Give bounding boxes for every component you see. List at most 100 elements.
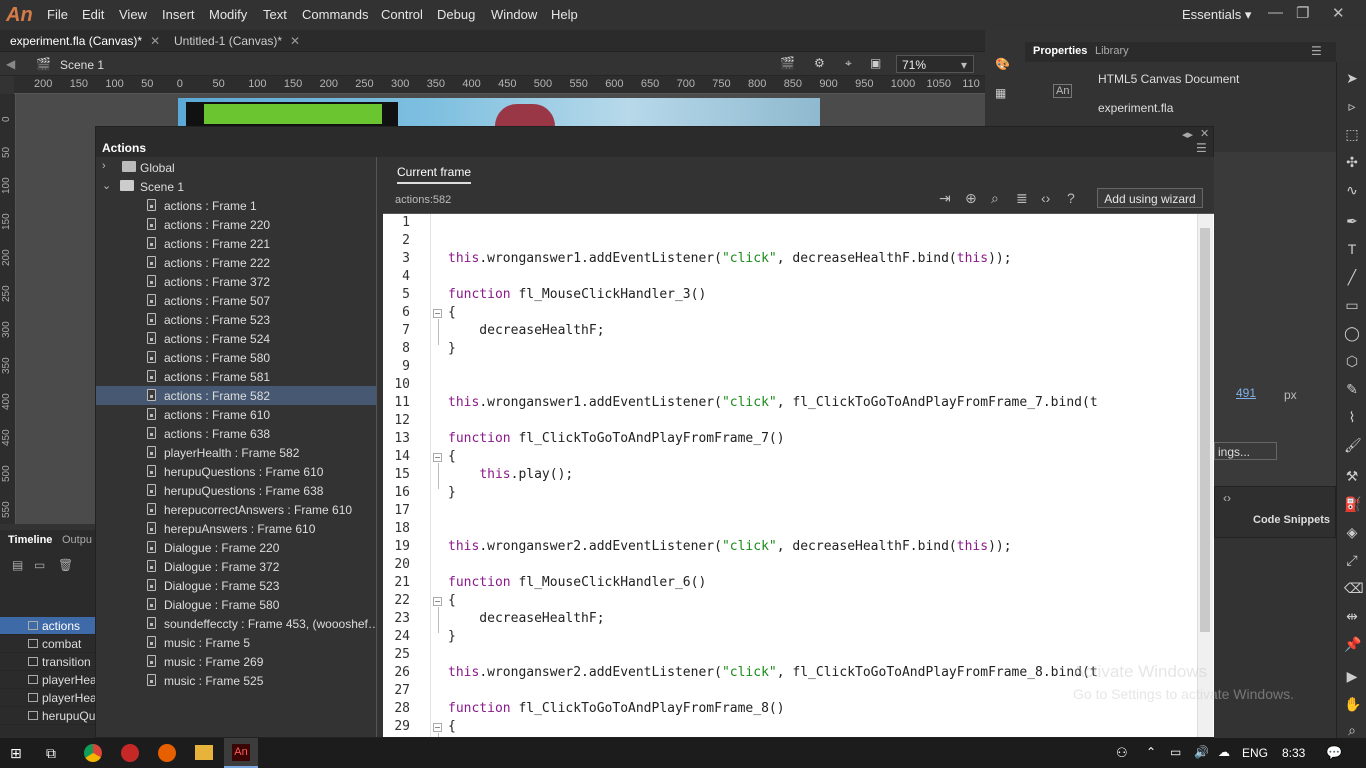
settings-button[interactable]: ings...: [1214, 442, 1277, 460]
tab-timeline[interactable]: Timeline: [8, 534, 52, 546]
tree-item[interactable]: herupuQuestions : Frame 610: [96, 462, 376, 481]
tab-output[interactable]: Outpu: [62, 534, 92, 546]
code-line[interactable]: function fl_MouseClickHandler_3(): [448, 287, 706, 302]
menu-window[interactable]: Window: [491, 7, 537, 22]
notifications-icon[interactable]: 💬: [1326, 745, 1342, 761]
zoom-tool-icon[interactable]: ⌕: [1344, 722, 1360, 738]
tree-global[interactable]: › Global: [96, 158, 376, 177]
fold-toggle-icon[interactable]: [433, 453, 442, 462]
minimize-icon[interactable]: —: [1268, 4, 1283, 21]
lasso-icon[interactable]: ∿: [1344, 182, 1360, 198]
health-bar-fill[interactable]: [204, 104, 382, 124]
target-icon[interactable]: ⊕: [965, 190, 977, 207]
restore-icon[interactable]: ❐: [1296, 4, 1309, 22]
windows-start-icon[interactable]: ⊞: [10, 745, 22, 762]
animate-taskbar-button[interactable]: An: [224, 738, 258, 768]
code-line[interactable]: {: [448, 305, 456, 320]
code-line[interactable]: this.wronganswer2.addEventListener("clic…: [448, 539, 1012, 554]
align-icon[interactable]: ▦: [995, 86, 1006, 100]
code-line[interactable]: decreaseHealthF;: [448, 323, 604, 338]
rectangle-tool-icon[interactable]: ▭: [1344, 297, 1360, 313]
bone-tool-icon[interactable]: ⚒: [1344, 468, 1360, 484]
code-line[interactable]: function fl_ClickToGoToAndPlayFromFrame_…: [448, 701, 785, 716]
code-line[interactable]: {: [448, 719, 456, 734]
code-line[interactable]: this.play();: [448, 467, 573, 482]
code-line[interactable]: this.wronganswer2.addEventListener("clic…: [448, 665, 1098, 680]
media-app-icon[interactable]: [121, 744, 139, 762]
tab-current-frame[interactable]: Current frame: [397, 165, 472, 184]
edit-symbols-icon[interactable]: ⚙: [814, 56, 825, 70]
oval-tool-icon[interactable]: ◯: [1344, 325, 1360, 341]
tree-item[interactable]: Dialogue : Frame 580: [96, 595, 376, 614]
fold-toggle-icon[interactable]: [433, 309, 442, 318]
menu-insert[interactable]: Insert: [162, 7, 195, 22]
panel-menu-icon[interactable]: ☰: [1311, 44, 1322, 58]
code-line[interactable]: }: [448, 485, 456, 500]
clip-icon[interactable]: ▣: [870, 56, 881, 70]
panel-menu-icon[interactable]: ☰: [1196, 141, 1207, 155]
code-line[interactable]: {: [448, 449, 456, 464]
polystar-tool-icon[interactable]: ⬡: [1344, 353, 1360, 369]
tree-item[interactable]: actions : Frame 610: [96, 405, 376, 424]
pen-tool-icon[interactable]: ✒: [1344, 213, 1360, 229]
tree-item[interactable]: actions : Frame 523: [96, 310, 376, 329]
fold-toggle-icon[interactable]: [433, 723, 442, 732]
code-line[interactable]: }: [448, 341, 456, 356]
pencil-tool-icon[interactable]: ✎: [1344, 381, 1360, 397]
help-icon[interactable]: ?: [1067, 190, 1075, 206]
workspace-switcher[interactable]: Essentials ▾: [1182, 7, 1251, 23]
tab-untitled[interactable]: Untitled-1 (Canvas)* ✕: [164, 30, 310, 52]
code-line[interactable]: }: [448, 629, 456, 644]
text-tool-icon[interactable]: T: [1344, 241, 1360, 257]
tree-item[interactable]: Dialogue : Frame 523: [96, 576, 376, 595]
menu-view[interactable]: View: [119, 7, 147, 22]
tree-item[interactable]: Dialogue : Frame 220: [96, 538, 376, 557]
collapse-icon[interactable]: ◂▸: [1182, 128, 1193, 141]
tree-item[interactable]: soundeffeccty : Frame 453, (woooshef…: [96, 614, 376, 633]
new-folder-icon[interactable]: ▭: [34, 558, 45, 572]
tree-item[interactable]: actions : Frame 222: [96, 253, 376, 272]
task-view-icon[interactable]: ⧉: [46, 745, 56, 762]
tree-item[interactable]: actions : Frame 638: [96, 424, 376, 443]
code-line[interactable]: function fl_MouseClickHandler_6(): [448, 575, 706, 590]
firefox-icon[interactable]: [158, 744, 176, 762]
tree-item[interactable]: actions : Frame 372: [96, 272, 376, 291]
close-tab-icon[interactable]: ✕: [150, 34, 160, 48]
menu-text[interactable]: Text: [263, 7, 287, 22]
close-icon[interactable]: ✕: [1332, 4, 1345, 22]
scrollbar-thumb[interactable]: [1200, 228, 1210, 632]
code-line[interactable]: this.wronganswer1.addEventListener("clic…: [448, 395, 1098, 410]
3d-rotation-icon[interactable]: ✣: [1344, 154, 1360, 170]
free-transform-icon[interactable]: ⬚: [1344, 126, 1360, 142]
ink-bottle-icon[interactable]: ◈: [1344, 524, 1360, 540]
tree-item[interactable]: actions : Frame 582: [96, 386, 376, 405]
center-stage-icon[interactable]: ⌖: [845, 56, 852, 71]
code-brackets-icon[interactable]: ‹›: [1041, 190, 1050, 206]
tree-item[interactable]: playerHealth : Frame 582: [96, 443, 376, 462]
timeline-layer[interactable]: transition: [0, 653, 96, 671]
file-explorer-icon[interactable]: [195, 745, 213, 760]
menu-modify[interactable]: Modify: [209, 7, 247, 22]
timeline-layer[interactable]: herupuQue: [0, 707, 96, 725]
pin-tool-icon[interactable]: 📌: [1344, 636, 1361, 652]
back-arrow-icon[interactable]: ◀: [6, 57, 15, 71]
close-tab-icon[interactable]: ✕: [290, 34, 300, 48]
tree-item[interactable]: actions : Frame 524: [96, 329, 376, 348]
format-code-icon[interactable]: ≣: [1016, 190, 1028, 207]
code-line[interactable]: function fl_ClickToGoToAndPlayFromFrame_…: [448, 431, 785, 446]
tree-item[interactable]: herepucorrectAnswers : Frame 610: [96, 500, 376, 519]
fold-toggle-icon[interactable]: [433, 597, 442, 606]
eyedropper-icon[interactable]: ⤢: [1344, 552, 1360, 568]
selection-tool-icon[interactable]: ➤: [1344, 70, 1360, 86]
camera-icon[interactable]: ▶: [1344, 668, 1360, 684]
tree-item[interactable]: actions : Frame 580: [96, 348, 376, 367]
code-line[interactable]: {: [448, 593, 456, 608]
menu-commands[interactable]: Commands: [302, 7, 368, 22]
search-icon[interactable]: ⌕: [991, 190, 999, 207]
eraser-icon[interactable]: ⌫: [1344, 580, 1364, 596]
menu-edit[interactable]: Edit: [82, 7, 104, 22]
tree-item[interactable]: herepuAnswers : Frame 610: [96, 519, 376, 538]
new-layer-icon[interactable]: ▤: [12, 558, 23, 572]
tree-item[interactable]: actions : Frame 581: [96, 367, 376, 386]
character-graphic[interactable]: [495, 104, 555, 126]
